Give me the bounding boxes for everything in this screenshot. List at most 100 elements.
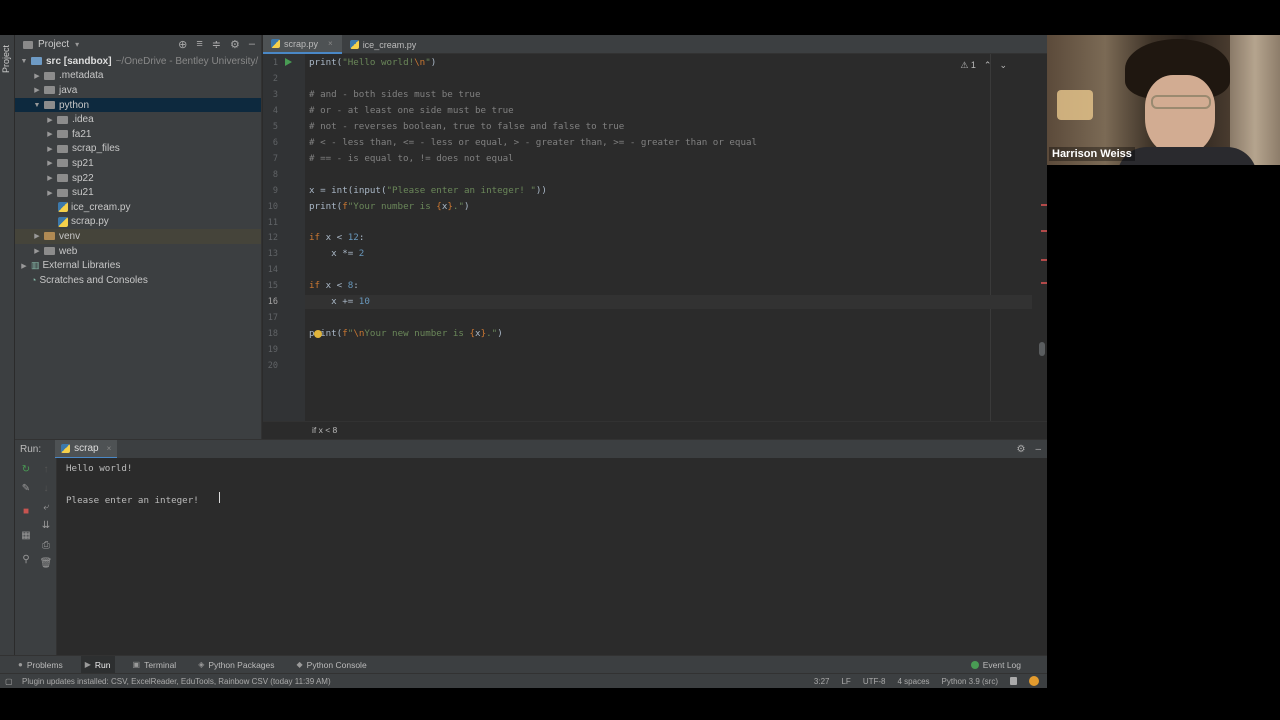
code-line[interactable]: x += 10 xyxy=(309,296,370,307)
code-line[interactable]: # not - reverses boolean, true to false … xyxy=(309,121,624,132)
editor-tab[interactable]: scrap.py × xyxy=(263,35,342,54)
wrench-icon[interactable]: ✎ xyxy=(19,483,33,494)
tool-window-run[interactable]: ▶ Run xyxy=(80,655,115,674)
tool-window-problems[interactable]: ● Problems xyxy=(14,656,67,674)
tool-window-python-packages[interactable]: ◈ Python Packages xyxy=(194,656,278,674)
line-separator[interactable]: LF xyxy=(841,677,850,686)
panel-toggle-icon[interactable]: ▢ xyxy=(5,677,13,686)
tree-item[interactable]: ▶ web xyxy=(15,244,261,259)
code-line[interactable]: x = int(input("Please enter an integer! … xyxy=(309,185,547,196)
indent-setting[interactable]: 4 spaces xyxy=(898,677,930,686)
tree-item[interactable]: ▼ python xyxy=(15,97,261,113)
layout-icon[interactable]: ▦ xyxy=(19,530,33,541)
gear-icon[interactable]: ⚙ xyxy=(1016,444,1025,455)
status-message[interactable]: Plugin updates installed: CSV, ExcelRead… xyxy=(22,677,331,686)
pin-icon[interactable]: ⚲ xyxy=(19,554,33,565)
tree-item[interactable]: ▶ sp22 xyxy=(15,171,261,186)
tree-item[interactable]: ▶ scrap_files xyxy=(15,142,261,157)
chevron-down-icon[interactable]: ▼ xyxy=(32,102,42,109)
collapse-all-icon[interactable]: ≑ xyxy=(212,38,221,51)
line-number: 10 xyxy=(267,201,278,212)
project-panel-header[interactable]: Project ▾ ⊕ ≡ ≑ ⚙ – xyxy=(15,35,261,54)
code-line[interactable]: if x < 8: xyxy=(309,280,359,291)
chevron-down-icon[interactable]: ▾ xyxy=(75,40,79,49)
chevron-right-icon[interactable]: ▶ xyxy=(45,145,55,153)
close-icon[interactable]: × xyxy=(107,444,112,453)
lock-icon[interactable] xyxy=(1010,677,1017,685)
person-face xyxy=(1145,75,1215,155)
line-number: 13 xyxy=(267,249,278,260)
print-icon[interactable]: ⎙ xyxy=(39,540,53,551)
chevron-up-icon[interactable]: ⌃ xyxy=(984,60,992,71)
code-line[interactable]: # or - at least one side must be true xyxy=(309,105,514,116)
line-number: 2 xyxy=(272,73,278,84)
chevron-down-icon[interactable]: ⌄ xyxy=(999,60,1007,71)
run-gutter-icon[interactable] xyxy=(285,58,292,66)
rerun-icon[interactable]: ↻ xyxy=(19,464,33,475)
editor-scrollbar[interactable] xyxy=(1039,342,1045,356)
trash-icon[interactable]: 🗑 xyxy=(39,558,53,569)
run-console[interactable]: Hello world! Please enter an integer! xyxy=(57,458,1047,655)
code-line[interactable]: print("Hello world!\n") xyxy=(309,57,436,68)
tree-item[interactable]: ▼ src [sandbox] ~/OneDrive - Bentley Unive… xyxy=(15,54,261,69)
code-line[interactable]: x *= 2 xyxy=(309,248,364,259)
editor-tab[interactable]: ice_cream.py xyxy=(342,35,426,54)
breadcrumb[interactable]: if x < 8 xyxy=(263,421,1047,439)
minimize-icon[interactable]: – xyxy=(1035,444,1041,455)
file-encoding[interactable]: UTF-8 xyxy=(863,677,886,686)
tree-item[interactable]: ▶ .metadata xyxy=(15,69,261,84)
gear-icon[interactable]: ⚙ xyxy=(230,38,240,51)
close-icon[interactable]: × xyxy=(328,39,333,48)
tree-item[interactable]: ▶ .idea xyxy=(15,112,261,127)
chevron-right-icon[interactable]: ▶ xyxy=(45,189,55,197)
chevron-right-icon[interactable]: ▶ xyxy=(32,247,42,255)
chevron-right-icon[interactable]: ▶ xyxy=(45,116,55,124)
python-interpreter[interactable]: Python 3.9 (src) xyxy=(942,677,998,686)
project-panel-title[interactable]: Project xyxy=(38,39,69,50)
run-tab-scrap[interactable]: scrap × xyxy=(55,439,118,459)
chevron-right-icon[interactable]: ▶ xyxy=(32,86,42,94)
chevron-right-icon[interactable]: ▶ xyxy=(32,72,42,80)
project-side-tab[interactable]: Project xyxy=(1,39,14,79)
lightbulb-icon[interactable] xyxy=(314,330,322,338)
tool-window-python-console[interactable]: ◆ Python Console xyxy=(293,656,371,674)
soft-wrap-icon[interactable]: ⤶ xyxy=(39,502,53,513)
inspection-widget[interactable]: ⚠ 1 ⌃ ⌄ xyxy=(960,60,1007,71)
arrow-down-icon[interactable]: ↓ xyxy=(39,483,53,494)
text-cursor xyxy=(219,492,220,503)
tree-item[interactable]: ▶ java xyxy=(15,83,261,98)
code-line[interactable]: print(f"\nYour new number is {x}.") xyxy=(309,328,503,339)
tree-item-label: .idea xyxy=(72,114,94,126)
tree-item[interactable]: ice_cream.py xyxy=(15,200,261,215)
caret-position[interactable]: 3:27 xyxy=(814,677,830,686)
stop-icon[interactable]: ■ xyxy=(19,506,33,517)
event-log-button[interactable]: Event Log xyxy=(967,656,1025,674)
code-editor[interactable]: 1 2 3 4 5 6 7 8 9 10 11 12 13 14 15 16 17 18 19 20 print("H… xyxy=(263,54,1047,439)
chevron-right-icon[interactable]: ▶ xyxy=(45,130,55,138)
tree-item[interactable]: ◔ Scratches and Consoles xyxy=(15,273,261,288)
scroll-to-end-icon[interactable]: ⇊ xyxy=(39,520,53,531)
tree-item[interactable]: ▶ ▥ External Libraries xyxy=(15,258,261,273)
tree-item[interactable]: ▶ fa21 xyxy=(15,127,261,142)
code-line[interactable]: if x < 12: xyxy=(309,232,364,243)
chevron-right-icon[interactable]: ▶ xyxy=(32,232,42,240)
chevron-right-icon[interactable]: ▶ xyxy=(45,159,55,167)
tree-item[interactable]: scrap.py xyxy=(15,215,261,230)
chevron-right-icon[interactable]: ▶ xyxy=(19,262,29,270)
line-number: 6 xyxy=(272,137,278,148)
tree-item[interactable]: ▶ sp21 xyxy=(15,156,261,171)
expand-all-icon[interactable]: ≡ xyxy=(196,38,202,51)
chevron-down-icon[interactable]: ▼ xyxy=(19,58,29,65)
code-line[interactable]: # < - less than, <= - less or equal, > -… xyxy=(309,137,757,148)
minimize-icon[interactable]: – xyxy=(249,38,255,51)
code-line[interactable]: # and - both sides must be true xyxy=(309,89,480,100)
tree-item[interactable]: ▶ su21 xyxy=(15,185,261,200)
tree-item[interactable]: ▶ venv xyxy=(15,229,261,244)
code-line[interactable]: # == - is equal to, != does not equal xyxy=(309,153,514,164)
arrow-up-icon[interactable]: ↑ xyxy=(39,464,53,475)
notification-icon[interactable] xyxy=(1029,676,1039,686)
chevron-right-icon[interactable]: ▶ xyxy=(45,174,55,182)
tool-window-terminal[interactable]: ▣ Terminal xyxy=(129,656,181,674)
locate-icon[interactable]: ⊕ xyxy=(178,38,187,51)
code-line[interactable]: print(f"Your number is {x}.") xyxy=(309,201,470,212)
